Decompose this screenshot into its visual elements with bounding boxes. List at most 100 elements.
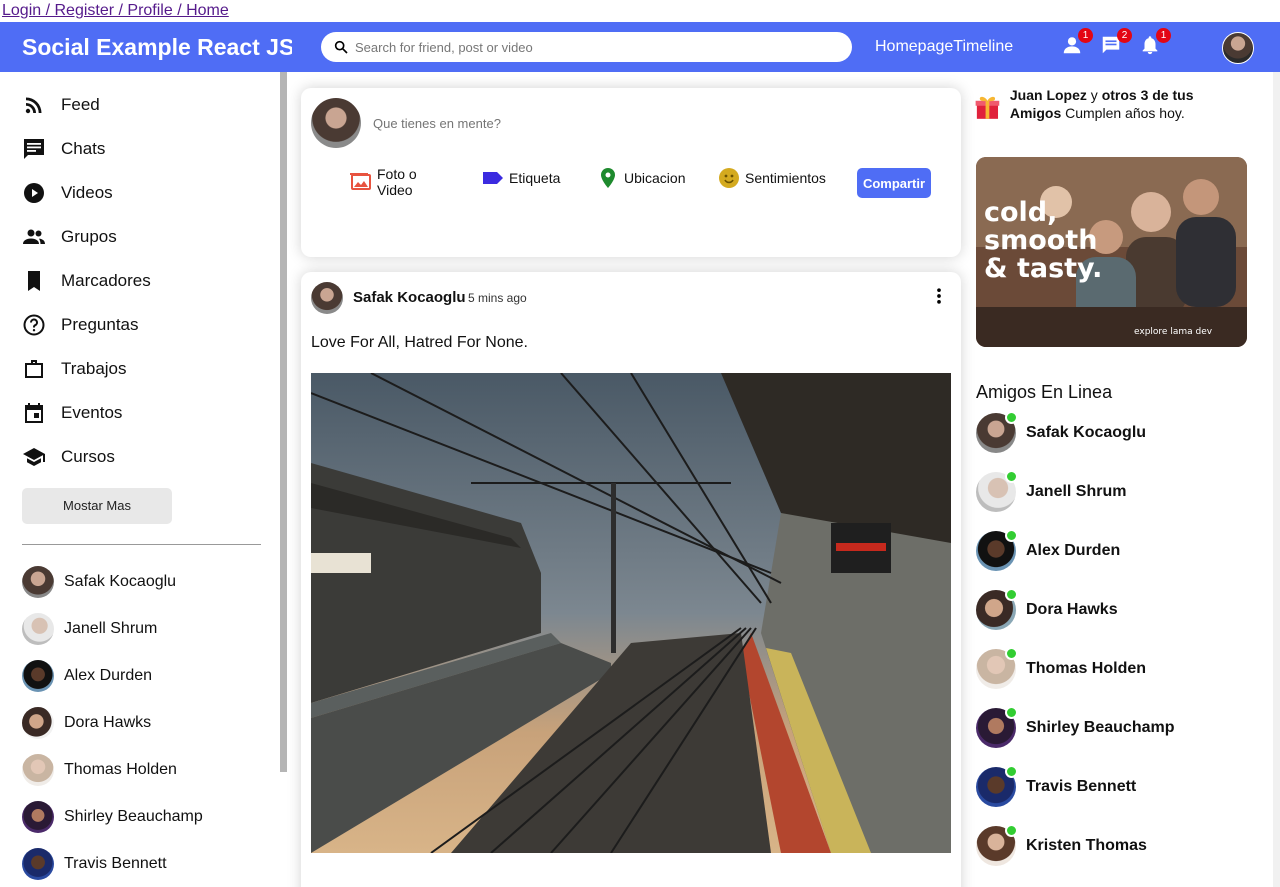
online-friend-item[interactable]: Shirley Beauchamp	[976, 706, 1175, 748]
ad-text-2: smooth	[984, 225, 1097, 256]
sidebar-item-grupos[interactable]: Grupos	[22, 225, 117, 249]
messages-button[interactable]: 2	[1100, 28, 1132, 60]
birthday-name: Juan Lopez	[1009, 87, 1087, 103]
sidebar-item-label: Chats	[61, 139, 106, 158]
avatar	[976, 706, 1018, 748]
avatar	[976, 588, 1018, 630]
feed: Foto o Video Etiqueta Ubicacion Sentimie…	[287, 72, 975, 887]
online-dot	[1005, 529, 1018, 542]
app-logo[interactable]: Social Example React JS	[22, 34, 292, 61]
friend-name: Shirley Beauchamp	[1026, 719, 1175, 736]
sidebar-item-feed[interactable]: Feed	[22, 93, 100, 117]
avatar	[976, 647, 1018, 689]
post-username[interactable]: Safak Kocaoglu	[353, 289, 466, 306]
sidebar-item-eventos[interactable]: Eventos	[22, 401, 122, 425]
nav-timeline[interactable]: Timeline	[953, 38, 1013, 56]
share-card: Foto o Video Etiqueta Ubicacion Sentimie…	[301, 88, 961, 257]
friend-requests-button[interactable]: 1	[1061, 28, 1093, 60]
share-option-location[interactable]: Ubicacion	[596, 166, 685, 190]
avatar	[22, 613, 54, 645]
avatar	[976, 824, 1018, 866]
online-friend-item[interactable]: Kristen Thomas	[976, 824, 1147, 866]
share-input[interactable]	[373, 116, 873, 131]
online-dot	[1005, 647, 1018, 660]
avatar[interactable]	[311, 282, 343, 314]
chat-icon	[24, 139, 44, 159]
birthday-text: Juan Lopez y otros 3 de tus Amigos Cumpl…	[1010, 86, 1235, 128]
sidebar-item-cursos[interactable]: Cursos	[22, 445, 115, 469]
messages-badge: 2	[1117, 28, 1132, 43]
show-more-button[interactable]: Mostar Mas	[22, 488, 172, 524]
sidebar-item-chats[interactable]: Chats	[22, 137, 105, 161]
online-friend-item[interactable]: Safak Kocaoglu	[976, 411, 1146, 453]
friend-name: Thomas Holden	[64, 761, 177, 778]
friend-item[interactable]: Travis Bennett	[22, 848, 167, 880]
post-date: 5 mins ago	[468, 291, 527, 305]
birthday-notice: Juan Lopez y otros 3 de tus Amigos Cumpl…	[975, 86, 1235, 128]
sidebar-item-label: Trabajos	[61, 359, 127, 378]
auth-links[interactable]: Login / Register / Profile / Home	[2, 2, 229, 19]
online-friend-item[interactable]: Alex Durden	[976, 529, 1121, 571]
friend-item[interactable]: Alex Durden	[22, 660, 152, 692]
online-friends-title: Amigos En Linea	[976, 382, 1113, 402]
user-avatar[interactable]	[1222, 32, 1254, 64]
birthday-tail: Cumplen años hoy.	[1061, 105, 1185, 121]
friend-item[interactable]: Safak Kocaoglu	[22, 566, 176, 598]
friend-item[interactable]: Janell Shrum	[22, 613, 157, 645]
friend-name: Dora Hawks	[1026, 601, 1118, 618]
friend-item[interactable]: Shirley Beauchamp	[22, 801, 203, 833]
page-scrollbar[interactable]	[1273, 72, 1280, 887]
friend-name: Alex Durden	[1026, 542, 1121, 559]
avatar	[976, 411, 1018, 453]
online-dot	[1005, 765, 1018, 778]
sidebar-item-marcadores[interactable]: Marcadores	[22, 269, 151, 293]
post-card: Safak Kocaoglu 5 mins ago Love For All, …	[301, 272, 961, 887]
share-option-label: Ubicacion	[624, 170, 686, 186]
play-circle-icon	[24, 183, 44, 203]
label-icon	[483, 172, 503, 184]
work-icon	[25, 360, 43, 378]
top-bar: Social Example React JS Homepage Timelin…	[0, 22, 1280, 72]
online-dot	[1005, 824, 1018, 837]
online-dot	[1005, 411, 1018, 424]
online-friend-item[interactable]: Thomas Holden	[976, 647, 1147, 689]
share-button[interactable]: Compartir	[857, 168, 931, 198]
share-option-tag[interactable]: Etiqueta	[481, 166, 560, 190]
friend-name: Thomas Holden	[1026, 660, 1147, 677]
sidebar-item-label: Grupos	[61, 227, 117, 246]
notifications-button[interactable]: 1	[1139, 28, 1171, 60]
friends-badge: 1	[1078, 28, 1093, 43]
friend-item[interactable]: Dora Hawks	[22, 707, 151, 739]
search-bar[interactable]	[321, 32, 852, 62]
sidebar-scrollbar[interactable]	[280, 72, 287, 772]
share-option-photo[interactable]: Foto o Video	[349, 166, 421, 198]
friend-name: Shirley Beauchamp	[64, 808, 203, 825]
avatar	[976, 529, 1018, 571]
ad-small-text: explore lama dev	[1134, 327, 1213, 337]
online-friend-item[interactable]: Dora Hawks	[976, 588, 1118, 630]
friend-name: Janell Shrum	[64, 620, 158, 637]
online-friend-item[interactable]: Travis Bennett	[976, 765, 1136, 807]
school-icon	[23, 448, 45, 466]
nav-homepage[interactable]: Homepage	[875, 38, 953, 56]
friend-name: Safak Kocaoglu	[64, 573, 177, 590]
more-vert-icon[interactable]	[929, 286, 949, 306]
sidebar-item-label: Videos	[61, 183, 113, 202]
sidebar-item-preguntas[interactable]: Preguntas	[22, 313, 139, 337]
birthday-mid: y	[1086, 87, 1102, 103]
search-input[interactable]	[355, 39, 835, 55]
share-option-feelings[interactable]: Sentimientos	[717, 166, 826, 190]
ad-banner[interactable]: cold, smooth & tasty. explore lama dev	[976, 157, 1247, 347]
event-icon	[25, 403, 43, 423]
friend-item[interactable]: Thomas Holden	[22, 754, 177, 786]
sidebar-item-videos[interactable]: Videos	[22, 181, 113, 205]
group-icon	[23, 229, 45, 244]
sidebar-item-label: Preguntas	[61, 315, 139, 334]
notifications-badge: 1	[1156, 28, 1171, 43]
online-friend-item[interactable]: Janell Shrum	[976, 470, 1127, 512]
avatar	[22, 707, 54, 739]
avatar	[976, 765, 1018, 807]
friend-name: Kristen Thomas	[1026, 837, 1147, 854]
friend-name: Janell Shrum	[1026, 483, 1127, 500]
sidebar-item-trabajos[interactable]: Trabajos	[22, 357, 127, 381]
